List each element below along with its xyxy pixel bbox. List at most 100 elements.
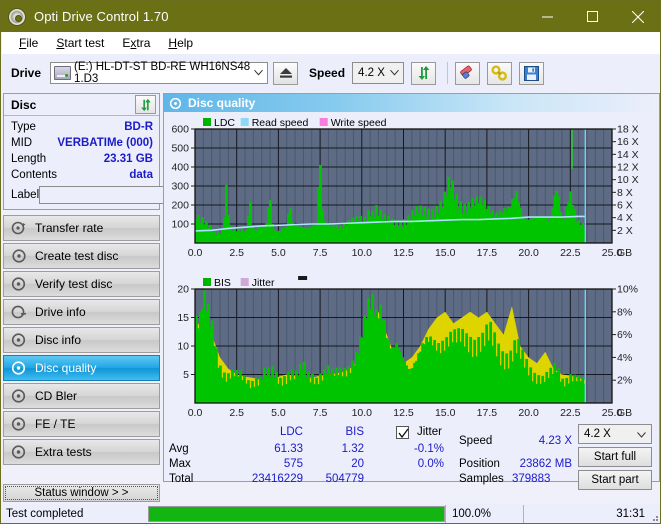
cd-bler-icon [11,389,26,403]
disc-value-contents: data [129,169,153,181]
sidebar-item-disc-info[interactable]: Disc info [3,327,160,353]
refresh-button[interactable] [411,61,437,85]
erase-button[interactable] [455,61,481,85]
drive-label: Drive [11,66,42,80]
verify-test-disc-icon [11,277,26,291]
menu-file[interactable]: File [10,34,47,52]
chevron-down-icon [390,69,399,76]
left-panel: Disc Type BD-R MID VERBATIMe (000) Lengt… [3,93,244,481]
sidebar-label: CD Bler [35,389,78,403]
drive-select[interactable]: (E:) HL-DT-ST BD-RE WH16NS48 1.D3 [50,61,269,85]
y-tick-label-right: 6% [617,329,632,341]
fe-te-icon [11,417,26,431]
sidebar-item-create-test-disc[interactable]: Create test disc [3,243,160,269]
y-tick-label-right: 18 X [617,124,639,136]
stats-samples-label: Samples [459,473,504,485]
sidebar-item-drive-info[interactable]: Drive info [3,299,160,325]
sidebar-item-cd-bler[interactable]: CD Bler [3,383,160,409]
speed-select-value: 4.2 X [358,67,385,79]
x-tick-label: 10.0 [352,407,373,419]
disc-info-header: Disc [4,94,159,116]
disc-info-box: Disc Type BD-R MID VERBATIMe (000) Lengt… [3,93,244,210]
x-tick-label: 17.5 [477,407,498,419]
stats-row-label-total: Total [169,473,194,485]
disc-row-type: Type BD-R [11,119,153,135]
speed-select[interactable]: 4.2 X [352,62,405,84]
x-tick-label: 22.5 [560,407,581,419]
jitter-marker [298,276,308,280]
title-bar: Opti Drive Control 1.70 [1,1,660,32]
application-window: Opti Drive Control 1.70 File Start test … [0,0,661,524]
stats-ldc-avg: 61.33 [274,443,303,455]
disc-row-mid: MID VERBATIMe (000) [11,135,153,151]
test-speed-select[interactable]: 4.2 X [578,424,652,444]
test-speed-value: 4.2 X [584,428,611,440]
minimize-button[interactable] [525,1,570,32]
disc-quality-icon [169,97,182,109]
sidebar-item-transfer-rate[interactable]: Transfer rate [3,215,160,241]
main-panel: Disc quality LDC Read speed Write speed 100… [163,93,660,490]
eject-button[interactable] [273,61,299,85]
y-tick-label-right: 10 X [617,174,639,186]
stats-ldc-total: 23416229 [251,473,303,485]
status-window-button[interactable]: Status window > > [3,484,160,502]
bis-chart-svg[interactable]: BIS Jitter 5 10 15 20 2% 4% 6% 8% 10% 0.0 2.5 5.0 7.5 1… [164,272,659,427]
y-tick-label-left: 100 [171,219,189,231]
x-tick-label: 12.5 [393,247,414,259]
create-test-disc-icon [12,249,26,263]
menu-extra[interactable]: Extra [113,34,159,52]
tools-button[interactable] [487,61,513,85]
legend-swatch [240,278,249,286]
y-tick-label-left: 300 [171,181,189,193]
menu-help[interactable]: Help [159,34,202,52]
disc-key-length: Length [11,153,47,165]
start-full-button[interactable]: Start full [578,447,652,467]
jitter-label: Jitter [417,426,442,438]
sidebar-item-fe-te[interactable]: FE / TE [3,411,160,437]
disc-row-length: Length 23.31 GB [11,151,153,167]
ldc-chart: LDC Read speed Write speed 100 200 300 400 500 6… [164,112,659,272]
y-tick-label-right: 6 X [617,200,633,212]
sidebar-item-disc-quality[interactable]: Disc quality [3,355,160,381]
x-axis-label: GB [617,247,632,259]
stats-jitter-avg: -0.1% [413,443,444,455]
ldc-chart-svg[interactable]: LDC Read speed Write speed 100 200 300 400 500 6… [164,112,659,267]
disc-info-rows: Type BD-R MID VERBATIMe (000) Length 23.… [4,116,244,209]
close-button[interactable] [615,1,660,32]
speed-label: Speed [309,66,346,80]
y-tick-label-left: 500 [171,143,189,155]
eject-icon [279,68,292,78]
x-tick-label: 2.5 [229,247,244,259]
y-tick-label-left: 400 [171,162,189,174]
menu-start-test[interactable]: Start test [47,34,113,52]
legend-swatch [203,278,211,286]
resize-grip-icon[interactable] [649,512,659,522]
save-button[interactable] [519,61,545,85]
stats-speed-value: 4.23 X [538,435,572,447]
maximize-button[interactable] [570,1,615,32]
disc-refresh-button[interactable] [135,95,156,114]
jitter-checkbox[interactable] [396,426,409,439]
start-part-button[interactable]: Start part [578,470,652,490]
sidebar-label: Verify test disc [35,277,113,291]
x-tick-label: 0.0 [188,247,203,259]
progress-bar-fill [149,507,444,521]
sidebar-item-verify-test-disc[interactable]: Verify test disc [3,271,160,297]
y-tick-label-left: 10 [177,341,189,353]
main-panel-header: Disc quality [164,94,659,112]
y-tick-label-left: 15 [177,312,189,324]
refresh-icon [140,98,151,111]
sidebar-item-extra-tests[interactable]: Extra tests [3,439,160,465]
sidebar-label: Disc quality [35,361,97,375]
y-tick-label-right: 10% [617,284,638,296]
x-tick-label: 20.0 [518,247,539,259]
stats-position-label: Position [459,458,500,470]
x-tick-label: 7.5 [313,407,328,419]
y-tick-label-right: 4 X [617,212,633,224]
disc-value-mid: VERBATIMe (000) [57,137,153,149]
x-tick-label: 15.0 [435,407,456,419]
start-part-label: Start part [591,474,639,486]
statistics-area: LDC BIS Avg Max Total 61.33 575 23416229… [164,421,659,490]
disc-value-length: 23.31 GB [103,153,153,165]
disc-label-row: Label [11,184,244,205]
